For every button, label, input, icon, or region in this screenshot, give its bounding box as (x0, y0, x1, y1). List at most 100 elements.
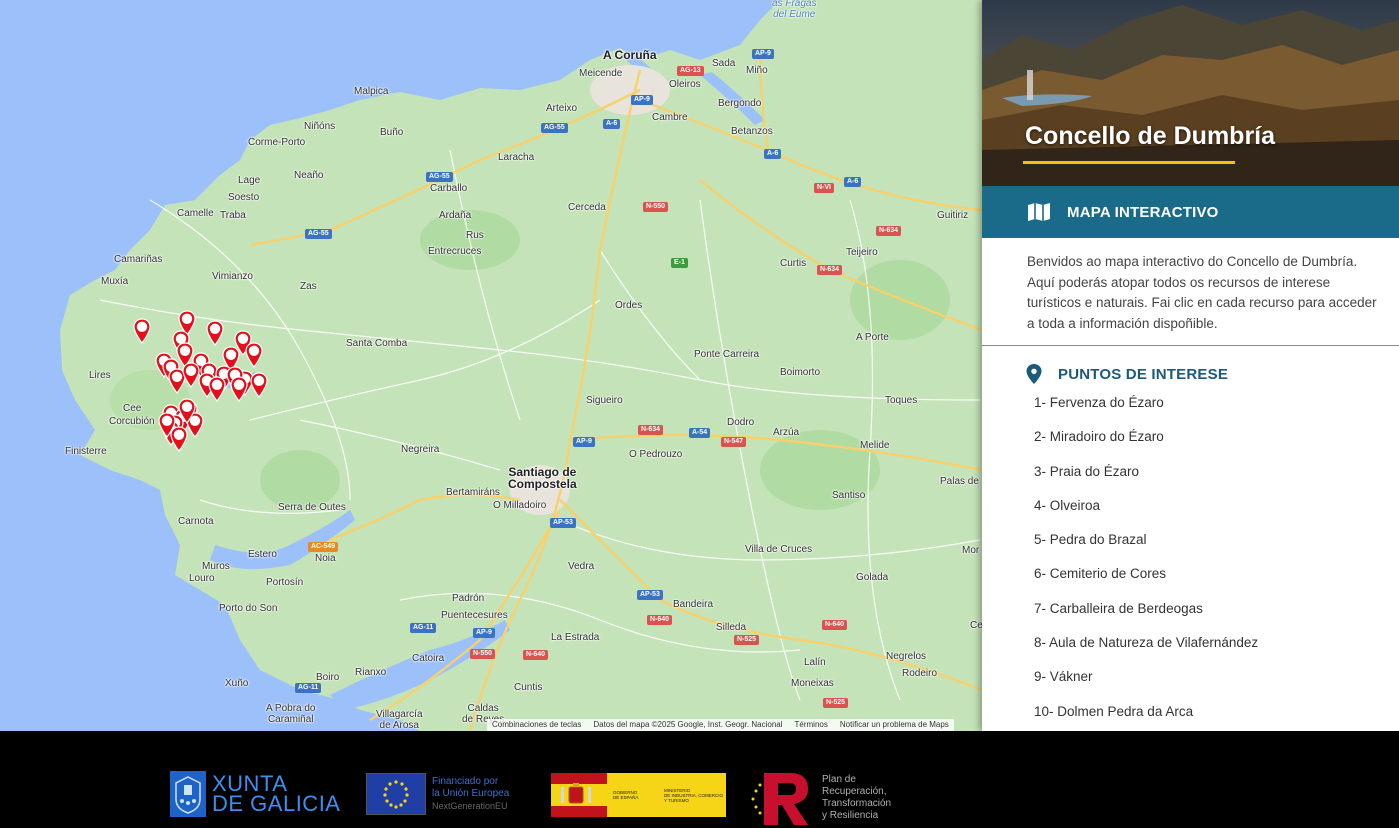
map-label-golada: Golada (856, 572, 889, 583)
road-shield: A-6 (844, 177, 862, 187)
section-title: MAPA INTERACTIVO (1067, 203, 1219, 221)
road-shield: AP-9 (573, 437, 595, 447)
road-shield: E-1 (671, 258, 688, 268)
map-label-noia: Noia (315, 553, 336, 564)
map-label-muros: Muros (202, 561, 230, 572)
map-label-acoruna: A Coruña (603, 48, 657, 62)
map-label-santiago: Santiago de Compostela (508, 465, 577, 491)
xunta-logo: XUNTA DE GALICIA (170, 771, 340, 817)
report-problem-link[interactable]: Notificar un problema de Maps (840, 719, 949, 731)
map-label-soesto: Soesto (228, 192, 260, 203)
map-label-santacomba: Santa Comba (346, 338, 408, 349)
title-underline (1023, 161, 1235, 164)
map-label-traba: Traba (220, 210, 246, 221)
map-label-toques: Toques (885, 395, 918, 406)
map-label-teijeiro: Teijeiro (846, 247, 878, 258)
poi-item-7[interactable]: 7- Carballeira de Berdeogas (1034, 600, 1399, 634)
map-icon (1028, 203, 1050, 221)
poi-item-4[interactable]: 4- Olveiroa (1034, 497, 1399, 531)
road-shield: AP-53 (550, 518, 576, 528)
map-label-meicende: Meicende (579, 68, 623, 79)
map-label-puentecesures: Puentecesures (441, 610, 508, 621)
road-shield: AC-549 (308, 542, 339, 552)
poi-item-9[interactable]: 9- Vákner (1034, 668, 1399, 702)
map-label-villagarcia: Villagarcía de Arosa (376, 709, 423, 731)
map-marker-pin-icon[interactable] (245, 342, 263, 368)
map-label-bertamirans: Bertamiráns (446, 487, 500, 498)
map-marker-pin-icon[interactable] (250, 372, 268, 398)
eu-flag-icon (366, 773, 426, 815)
road-shield: N-VI (814, 183, 834, 193)
map-label-corme: Corme-Porto (248, 137, 306, 148)
page-title: Concello de Dumbría (1025, 122, 1276, 150)
map-label-bergondo: Bergondo (718, 98, 762, 109)
road-shield: AG-55 (541, 123, 568, 133)
road-shield: AG-11 (295, 683, 322, 693)
road-shield: AG-11 (410, 623, 437, 633)
poi-title: PUNTOS DE INTERESE (1058, 365, 1229, 383)
map-label-apobra: A Pobra do Caramiñal (266, 703, 316, 725)
road-shield: AP-53 (637, 590, 663, 600)
map-label-fragas: as Fragas del Eume (772, 0, 817, 20)
poi-item-3[interactable]: 3- Praia do Ézaro (1034, 463, 1399, 497)
map-label-negreira: Negreira (401, 444, 440, 455)
map-label-ninons: Niñóns (304, 121, 336, 132)
map-label-arzua: Arzúa (773, 427, 800, 438)
map-label-santiso: Santiso (832, 490, 866, 501)
intro-text: Benvidos ao mapa interactivo do Concello… (1027, 254, 1377, 331)
recovery-plan-text: Plan de Recuperación, Transformación y R… (822, 774, 892, 821)
map-label-boiro: Boiro (316, 672, 340, 683)
interactive-map[interactable]: as Fragas del Eume A Coruña Meicende Ole… (0, 0, 982, 731)
map-label-ardana: Ardaña (439, 210, 472, 221)
spain-ministry-text: MINISTERIO DE INDUSTRIA, COMERCIO Y TURI… (664, 787, 724, 803)
map-label-padron: Padrón (452, 593, 485, 604)
footer-logos: XUNTA DE GALICIA Financiado por la Unión… (0, 731, 1399, 828)
poi-item-2[interactable]: 2- Miradoiro do Ézaro (1034, 428, 1399, 462)
map-marker-pin-icon[interactable] (206, 320, 224, 346)
eu-line-1: Financiado por (432, 776, 499, 787)
map-label-finisterre: Finisterre (65, 446, 107, 457)
map-label-aporte: A Porte (856, 332, 889, 343)
map-label-carballo: Carballo (430, 183, 468, 194)
spain-coat-of-arms-icon (551, 773, 607, 817)
poi-item-1[interactable]: 1- Fervenza do Ézaro (1034, 394, 1399, 428)
map-label-xuno: Xuño (225, 678, 249, 689)
map-label-vedra: Vedra (568, 561, 595, 572)
road-shield: N-525 (823, 698, 849, 708)
map-label-palas: Palas de (940, 476, 979, 487)
map-attribution: Combinaciones de teclas Datos del mapa ©… (487, 719, 954, 731)
road-shield: AG-55 (426, 172, 453, 182)
map-label-omilladoiro: O Milladoiro (493, 500, 547, 511)
map-label-serraoutes: Serra de Outes (278, 502, 346, 513)
map-marker-pin-icon[interactable] (230, 376, 248, 402)
poi-item-6[interactable]: 6- Cemiterio de Cores (1034, 565, 1399, 599)
road-shield: AG-13 (677, 66, 704, 76)
map-label-villacruces: Villa de Cruces (745, 544, 813, 555)
road-shield: N-550 (643, 202, 669, 212)
road-shield: N-640 (523, 650, 549, 660)
map-label-vimianzo: Vimianzo (212, 271, 253, 282)
location-pin-icon (1026, 364, 1042, 384)
map-marker-pin-icon[interactable] (178, 398, 196, 424)
road-shield: N-525 (734, 635, 760, 645)
hero-banner: Concello de Dumbría (982, 0, 1399, 186)
map-label-lalin: Lalín (804, 657, 826, 668)
map-label-pontecarreira: Ponte Carreira (694, 349, 760, 360)
map-label-cambre: Cambre (652, 112, 688, 123)
poi-item-8[interactable]: 8- Aula de Natureza de Vilafernández (1034, 634, 1399, 668)
eu-text: Financiado por la Unión Europea NextGene… (432, 776, 509, 812)
poi-item-5[interactable]: 5- Pedra do Brazal (1034, 531, 1399, 565)
road-shield: N-547 (721, 437, 747, 447)
spain-gov-text: GOBIERNO DE ESPAÑA (613, 790, 639, 800)
poi-item-10[interactable]: 10- Dolmen Pedra da Arca (1034, 703, 1399, 731)
map-label-malpica: Malpica (354, 86, 389, 97)
map-label-catoira: Catoira (412, 653, 445, 664)
spain-government-logo: GOBIERNO DE ESPAÑA MINISTERIO DE INDUSTR… (551, 773, 726, 817)
terms-link[interactable]: Términos (795, 719, 828, 731)
map-label-cuntis: Cuntis (514, 682, 543, 693)
map-marker-pin-icon[interactable] (208, 376, 226, 402)
map-marker-pin-icon[interactable] (133, 318, 151, 344)
map-label-mino: Miño (746, 65, 768, 76)
keyboard-shortcuts-link[interactable]: Combinaciones de teclas (492, 719, 581, 731)
map-marker-pin-icon[interactable] (158, 412, 176, 438)
